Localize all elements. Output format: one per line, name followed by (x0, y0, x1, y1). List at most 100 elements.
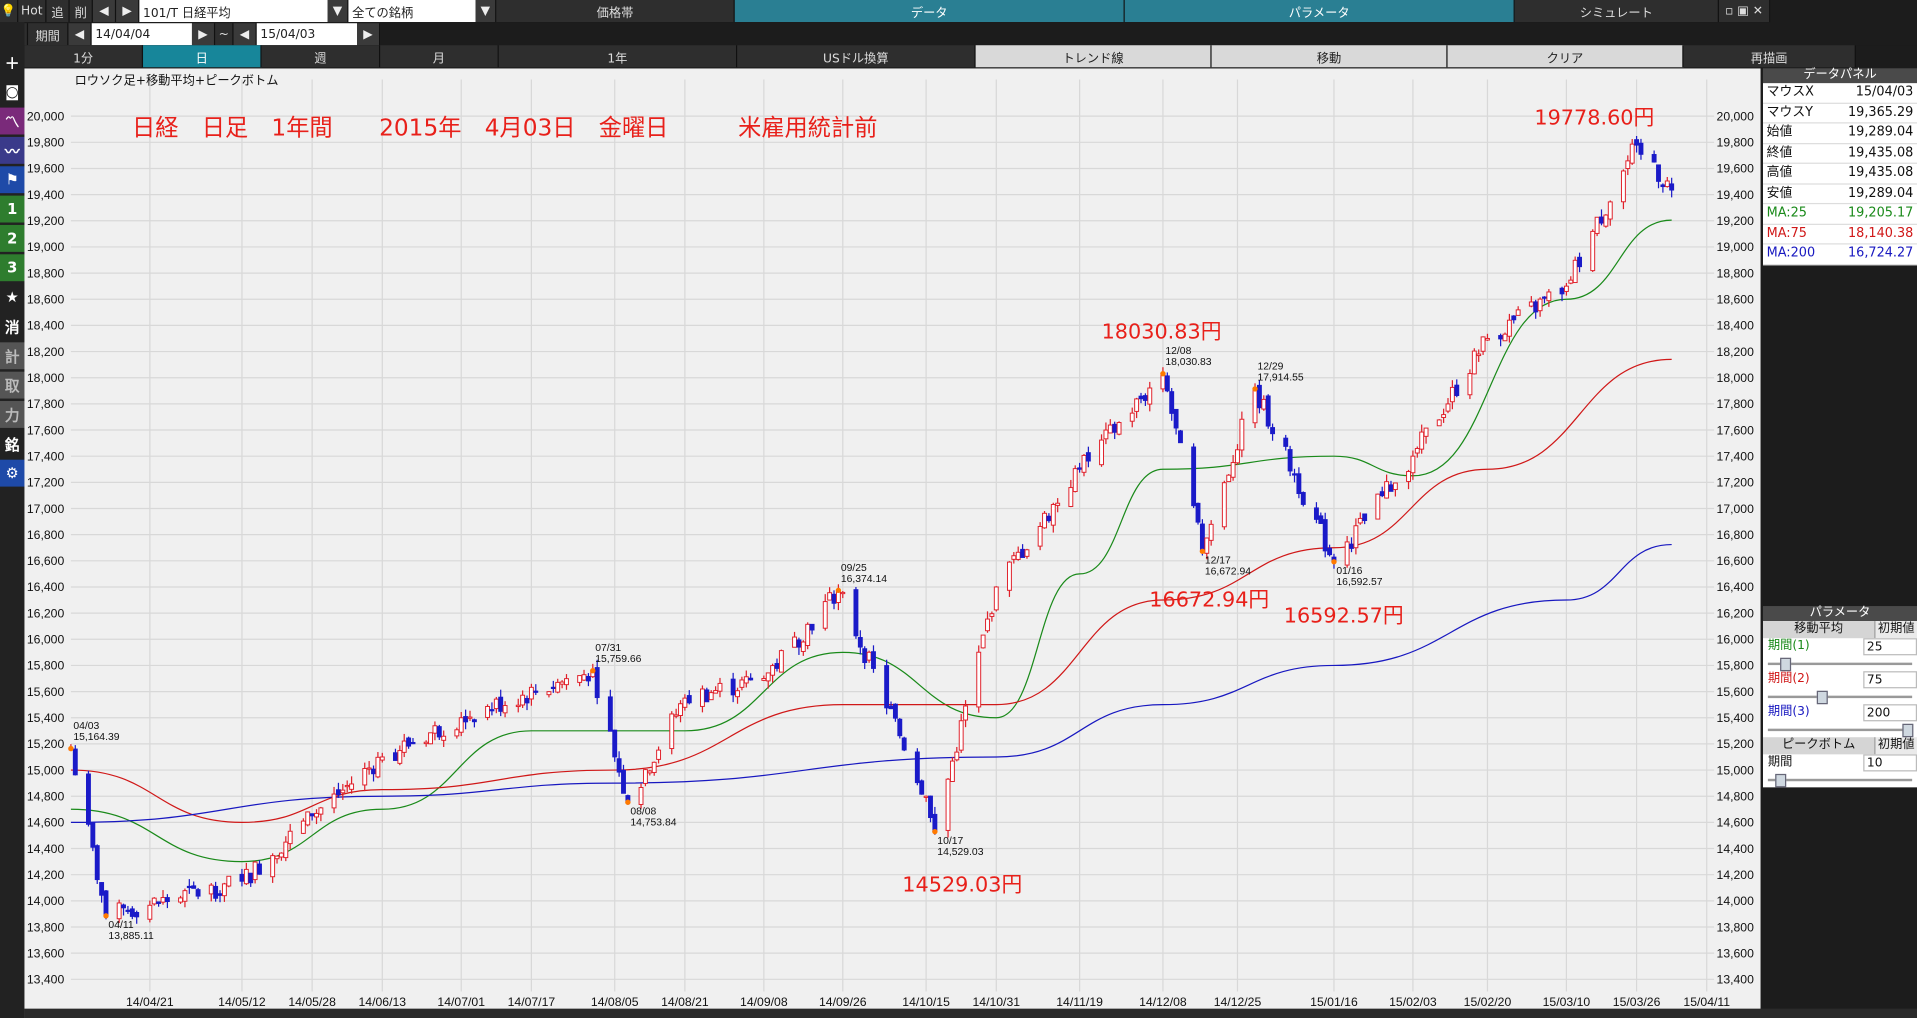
tab-parameter[interactable]: パラメータ (1124, 0, 1515, 23)
chart-canvas[interactable]: 04/0315,164.39 04/1113,885.11 07/3115,759.… (24, 68, 1760, 1018)
next-icon[interactable]: ▶ (356, 23, 381, 46)
candle-body (1068, 487, 1074, 507)
star-icon[interactable]: ★ (0, 284, 24, 311)
candle-body (1138, 395, 1144, 400)
next-icon[interactable]: ▶ (116, 0, 140, 23)
candle-body (1664, 180, 1670, 188)
candle-body (678, 703, 683, 716)
pb-reset-button[interactable]: 初期値 (1874, 737, 1917, 755)
hot-button[interactable]: Hot (18, 0, 47, 23)
candle-body (1414, 447, 1420, 454)
candle-body (656, 749, 662, 760)
candle-body (1620, 170, 1626, 203)
code-field[interactable]: 101/T 日経平均 (139, 0, 328, 23)
period-2-input[interactable]: 75 (1863, 671, 1917, 689)
tab-1min[interactable]: 1分 (24, 45, 144, 68)
chart-line-icon[interactable]: 〽 (0, 107, 25, 135)
data-panel-row: 安値 19,289.04 (1762, 184, 1917, 205)
preset-2-button[interactable]: 2 (0, 224, 25, 252)
calc-button[interactable]: 計 (0, 342, 25, 370)
prev-icon[interactable]: ◀ (233, 23, 257, 46)
candle-body (1318, 515, 1324, 524)
candle-body (331, 793, 337, 809)
candle-body (72, 748, 78, 776)
next-icon[interactable]: ▶ (191, 23, 216, 46)
period-3-input[interactable]: 200 (1863, 704, 1917, 722)
chart-multi-icon[interactable]: 〰 (0, 136, 25, 164)
tab-simulate[interactable]: シミュレート (1514, 0, 1719, 23)
pb-period-input[interactable]: 10 (1863, 754, 1917, 772)
candle-body (607, 696, 613, 732)
data-panel-value: 16,724.27 (1848, 245, 1914, 261)
crosshair-icon[interactable]: ＋ (0, 49, 24, 76)
candle-body (651, 761, 657, 774)
window-controls[interactable]: ▫ ▣ ✕ (1718, 0, 1771, 23)
redraw-button[interactable]: 再描画 (1683, 45, 1856, 68)
candle-body (1221, 482, 1227, 528)
candle-body (822, 601, 828, 629)
candlestick-chart[interactable]: 04/03 15,164.39 04/11 13,885.11 07/31 15,759.… (24, 68, 1761, 1018)
period-1-input[interactable]: 25 (1863, 638, 1917, 656)
candle-body (1300, 492, 1306, 505)
camera-icon[interactable]: ◙ (0, 78, 24, 105)
candle-body (164, 897, 170, 902)
tab-month[interactable]: 月 (380, 45, 499, 68)
candle-body (871, 651, 876, 669)
y-tick-label-left: 19,400 (27, 188, 65, 202)
candle-body (410, 741, 416, 745)
tab-1year[interactable]: 1年 (498, 45, 738, 68)
tab-price-range[interactable]: 価格帯 (496, 0, 735, 23)
move-button[interactable]: 移動 (1211, 45, 1448, 68)
prev-icon[interactable]: ◀ (68, 23, 92, 46)
candle-body (739, 679, 745, 688)
candle-body (1572, 259, 1578, 284)
timeline-scrollbar[interactable] (24, 1008, 1917, 1018)
x-tick-label: 14/08/05 (591, 995, 639, 1009)
period-2-slider[interactable] (1767, 688, 1913, 705)
chevron-down-icon[interactable]: ▼ (327, 0, 349, 23)
flag-icon[interactable]: ⚑ (0, 166, 25, 194)
input-button[interactable]: 力 (0, 401, 25, 428)
chart-headline: 日経 日足 1年間 2015年 4月03日 金曜日 米雇用統計前 (132, 114, 878, 142)
candle-body (274, 855, 280, 860)
period-1-slider[interactable] (1767, 655, 1913, 672)
usd-convert-button[interactable]: USドル換算 (737, 45, 976, 68)
symbol-button[interactable]: 銘 (0, 430, 24, 457)
from-date-field[interactable]: 14/04/04 (91, 23, 192, 46)
candle-body (1419, 431, 1425, 450)
gear-icon[interactable]: ⚙ (0, 459, 25, 487)
pb-period-slider[interactable] (1767, 771, 1913, 788)
tab-data[interactable]: データ (734, 0, 1125, 23)
peak-date-label: 12/17 (1205, 555, 1231, 566)
y-tick-label-left: 17,600 (27, 423, 65, 437)
bulb-icon[interactable]: 💡 (0, 0, 19, 23)
candle-body (1353, 525, 1359, 549)
candle-body (1467, 373, 1473, 396)
tab-week[interactable]: 週 (261, 45, 381, 68)
candle-body (1107, 424, 1113, 434)
y-tick-label-right: 14,000 (1717, 894, 1755, 908)
delete-button[interactable]: 削 (69, 0, 93, 23)
prev-icon[interactable]: ◀ (92, 0, 117, 23)
to-date-field[interactable]: 15/04/03 (256, 23, 357, 46)
period-3-slider[interactable] (1767, 721, 1914, 738)
chevron-down-icon[interactable]: ▼ (475, 0, 497, 23)
erase-button[interactable]: 消 (0, 313, 24, 340)
data-panel-key: MA:200 (1766, 245, 1816, 261)
ma-reset-button[interactable]: 初期値 (1874, 621, 1917, 639)
fetch-button[interactable]: 取 (0, 371, 25, 399)
peak-date-label: 09/25 (841, 563, 867, 574)
data-panel-row: MA:200 16,724.27 (1762, 245, 1917, 265)
preset-3-button[interactable]: 3 (0, 254, 25, 282)
tab-day[interactable]: 日 (143, 45, 262, 68)
preset-1-button[interactable]: 1 (0, 195, 25, 223)
candle-body (1226, 474, 1232, 483)
market-select[interactable]: 全ての銘柄 (348, 0, 476, 23)
clear-button[interactable]: クリア (1447, 45, 1684, 68)
trendline-button[interactable]: トレンド線 (975, 45, 1212, 68)
candle-body (134, 912, 140, 918)
add-button[interactable]: 追 (46, 0, 70, 23)
x-tick-label: 15/02/20 (1464, 995, 1512, 1009)
y-tick-label-left: 17,400 (27, 449, 65, 463)
y-tick-label-left: 18,200 (27, 345, 65, 359)
